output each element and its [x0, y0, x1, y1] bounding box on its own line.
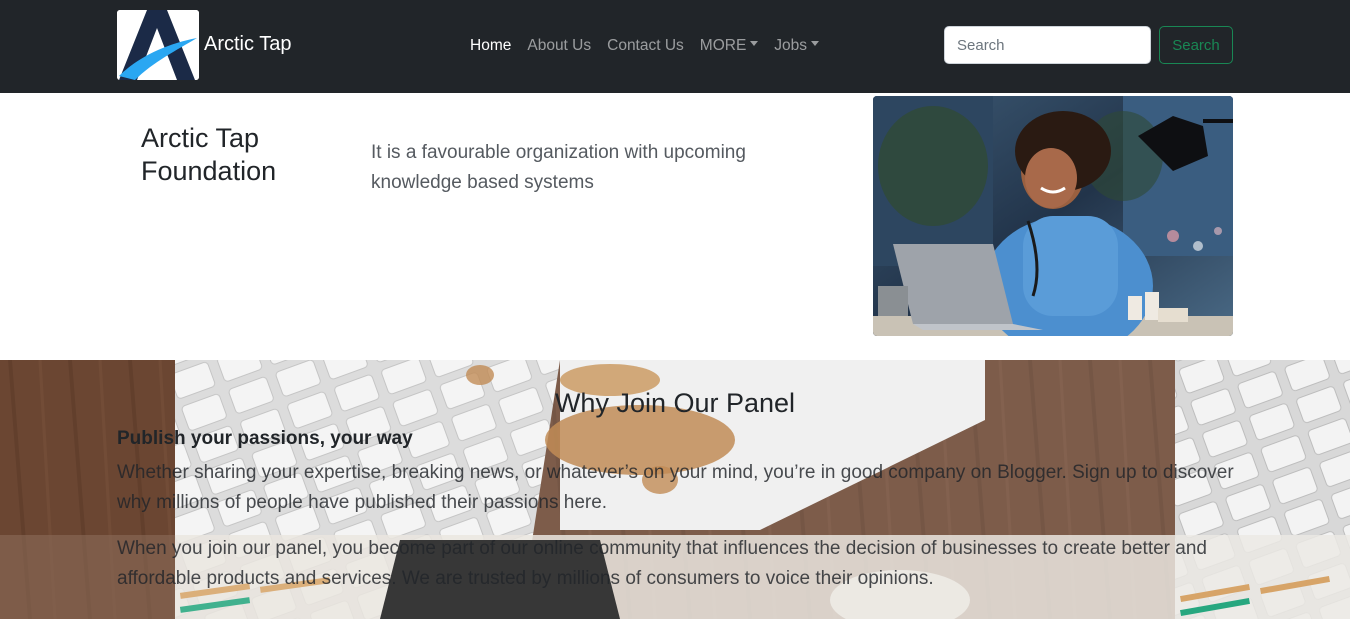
brand-logo[interactable] — [117, 10, 199, 80]
brand-name[interactable]: Arctic Tap — [204, 32, 291, 56]
nav-item-more-label: MORE — [699, 37, 747, 54]
chevron-down-icon — [811, 41, 820, 47]
nav-item-about-us[interactable]: About Us — [527, 37, 591, 55]
panel-title: Why Join Our Panel — [554, 388, 796, 418]
nav-item-contact-us[interactable]: Contact Us — [607, 37, 684, 55]
nav-links: Home About Us Contact Us MORE Jobs — [470, 35, 835, 57]
nav-item-more-dropdown[interactable]: MORE — [700, 37, 759, 55]
nav-item-home[interactable]: Home — [470, 37, 511, 55]
navbar: Arctic Tap Home About Us Contact Us MORE… — [0, 0, 1350, 93]
panel-subtitle: Publish your passions, your way — [117, 428, 413, 449]
panel-paragraph-1: Whether sharing your expertise, breaking… — [117, 462, 1234, 513]
hero-image — [873, 96, 1233, 336]
hero-description: It is a favourable organization with upc… — [371, 142, 746, 193]
doctor-laptop-illustration — [873, 96, 1233, 336]
chevron-down-icon — [750, 41, 759, 47]
hero-title: Arctic Tap Foundation — [141, 123, 277, 186]
panel-section: Why Join Our Panel Publish your passions… — [0, 360, 1350, 619]
nav-item-jobs-label: Jobs — [774, 37, 808, 54]
nav-item-jobs-dropdown[interactable]: Jobs — [774, 37, 820, 55]
search-button[interactable]: Search — [1159, 26, 1233, 64]
panel-paragraph-2: When you join our panel, you become part… — [117, 538, 1207, 589]
search-input[interactable] — [944, 26, 1151, 64]
arctic-tap-logo-icon — [117, 10, 199, 80]
